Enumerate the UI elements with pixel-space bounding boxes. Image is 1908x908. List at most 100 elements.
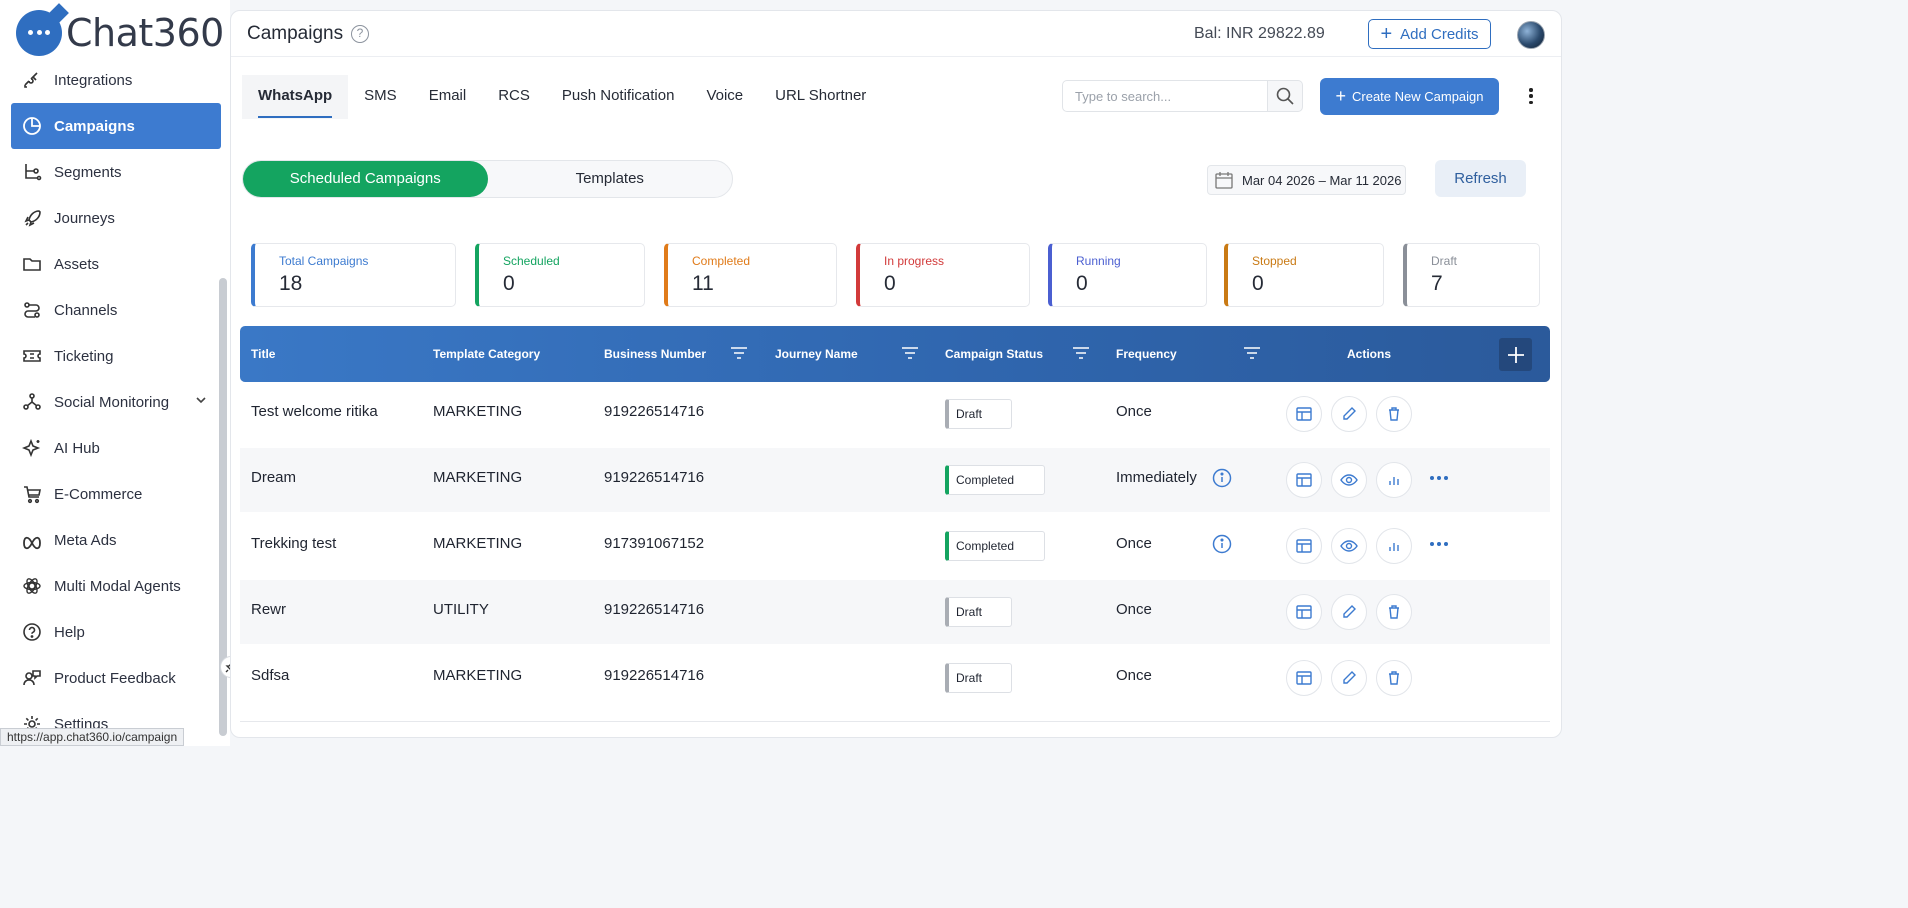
date-range-text: Mar 04 2026 – Mar 11 2026: [1242, 172, 1402, 188]
segments-icon: [22, 162, 42, 182]
stat-running: Running 0: [1048, 243, 1207, 307]
table-row[interactable]: Trekking test MARKETING 917391067152 Com…: [240, 514, 1550, 578]
tab-push-notification[interactable]: Push Notification: [546, 75, 691, 119]
tab-url-shortner[interactable]: URL Shortner: [759, 75, 882, 119]
tab-voice[interactable]: Voice: [690, 75, 759, 119]
analytics-button[interactable]: [1376, 528, 1412, 564]
delete-button[interactable]: [1376, 594, 1412, 630]
chevron-down-icon[interactable]: [195, 394, 207, 406]
column-frequency: Frequency: [1116, 347, 1177, 361]
edit-button[interactable]: [1331, 660, 1367, 696]
search-button[interactable]: [1268, 80, 1303, 112]
sidebar-item-social-monitoring[interactable]: Social Monitoring: [11, 379, 221, 425]
cell-business-number: 919226514716: [604, 469, 705, 486]
main-panel: Campaigns ? Bal: INR 29822.89 + Add Cred…: [230, 10, 1562, 738]
table-row[interactable]: Test welcome ritika MARKETING 9192265147…: [240, 382, 1550, 446]
sidebar-item-help[interactable]: Help: [11, 609, 221, 655]
scheduled-campaigns-toggle[interactable]: Scheduled Campaigns: [243, 161, 488, 197]
more-actions-icon[interactable]: [1430, 476, 1448, 480]
create-new-campaign-button[interactable]: + Create New Campaign: [1320, 78, 1499, 115]
cart-icon: [22, 484, 42, 504]
stat-value: 0: [884, 272, 896, 295]
help-circle-icon[interactable]: ?: [351, 25, 369, 43]
add-column-button[interactable]: [1499, 338, 1532, 371]
filter-icon[interactable]: [1243, 346, 1261, 360]
sidebar-item-segments[interactable]: Segments: [11, 149, 221, 195]
chat360-logo[interactable]: Chat360: [16, 10, 224, 56]
table-row[interactable]: Dream MARKETING 919226514716 Completed I…: [240, 448, 1550, 512]
table-row[interactable]: Rewr UTILITY 919226514716 Draft Once: [240, 580, 1550, 644]
date-range-picker[interactable]: Mar 04 2026 – Mar 11 2026: [1207, 165, 1406, 195]
filter-icon[interactable]: [901, 346, 919, 360]
stat-label: Total Campaigns: [279, 254, 369, 268]
sidebar-item-label: Help: [54, 623, 85, 641]
sidebar-item-label: Integrations: [54, 71, 133, 89]
avatar[interactable]: [1517, 21, 1545, 49]
view-template-button[interactable]: [1286, 594, 1322, 630]
edit-button[interactable]: [1331, 594, 1367, 630]
table-row[interactable]: Sdfsa MARKETING 919226514716 Draft Once: [240, 646, 1550, 710]
trash-icon: [1389, 407, 1399, 421]
view-template-button[interactable]: [1286, 528, 1322, 564]
sidebar-item-label: Segments: [54, 163, 122, 181]
analytics-button[interactable]: [1376, 462, 1412, 498]
add-credits-button[interactable]: + Add Credits: [1368, 19, 1491, 49]
pencil-icon: [1343, 671, 1356, 684]
view-template-button[interactable]: [1286, 660, 1322, 696]
search-input[interactable]: [1062, 80, 1268, 112]
sidebar-item-assets[interactable]: Assets: [11, 241, 221, 287]
sidebar-item-ai-hub[interactable]: AI Hub: [11, 425, 221, 471]
eye-icon: [1340, 540, 1358, 552]
sidebar-item-product-feedback[interactable]: Product Feedback: [11, 655, 221, 701]
pencil-icon: [1343, 605, 1356, 618]
sparkle-icon: [22, 438, 42, 458]
sidebar-item-multi-modal-agents[interactable]: Multi Modal Agents: [11, 563, 221, 609]
more-actions-icon[interactable]: [1430, 542, 1448, 546]
feedback-icon: [22, 668, 42, 688]
cell-title: Dream: [251, 469, 297, 486]
sidebar-item-integrations[interactable]: Integrations: [11, 57, 221, 103]
folder-icon: [22, 254, 42, 274]
more-options-icon[interactable]: [1525, 85, 1537, 107]
sidebar-item-channels[interactable]: Channels: [11, 287, 221, 333]
view-template-button[interactable]: [1286, 462, 1322, 498]
sidebar-item-e-commerce[interactable]: E-Commerce: [11, 471, 221, 517]
table-layout-icon: [1296, 407, 1312, 421]
info-icon[interactable]: [1212, 468, 1232, 488]
templates-toggle[interactable]: Templates: [488, 161, 733, 197]
column-business-number: Business Number: [604, 347, 707, 361]
status-badge: Draft: [945, 597, 1012, 627]
tab-rcs[interactable]: RCS: [482, 75, 546, 119]
calendar-icon: [1215, 172, 1233, 189]
cell-frequency: Once: [1116, 535, 1152, 552]
page-title: Campaigns: [247, 23, 344, 44]
cell-frequency: Once: [1116, 403, 1152, 420]
delete-button[interactable]: [1376, 396, 1412, 432]
preview-button[interactable]: [1331, 462, 1367, 498]
filter-icon[interactable]: [1072, 346, 1090, 360]
filter-icon[interactable]: [730, 346, 748, 360]
channels-icon: [22, 300, 42, 320]
sidebar-item-campaigns[interactable]: Campaigns: [11, 103, 221, 149]
tab-sms[interactable]: SMS: [348, 75, 413, 119]
refresh-button[interactable]: Refresh: [1435, 160, 1526, 197]
tab-email[interactable]: Email: [413, 75, 483, 119]
sidebar-item-journeys[interactable]: Journeys: [11, 195, 221, 241]
cell-business-number: 919226514716: [604, 403, 705, 420]
sidebar-item-label: Ticketing: [54, 347, 114, 365]
cell-title: Sdfsa: [251, 667, 290, 684]
sidebar-item-ticketing[interactable]: Ticketing: [11, 333, 221, 379]
delete-button[interactable]: [1376, 660, 1412, 696]
preview-button[interactable]: [1331, 528, 1367, 564]
eye-icon: [1340, 474, 1358, 486]
sidebar-item-meta-ads[interactable]: Meta Ads: [11, 517, 221, 563]
table-header: Title Template Category Business Number …: [240, 326, 1550, 382]
view-template-button[interactable]: [1286, 396, 1322, 432]
edit-button[interactable]: [1331, 396, 1367, 432]
stat-value: 7: [1431, 272, 1443, 295]
info-icon[interactable]: [1212, 534, 1232, 554]
trash-icon: [1389, 605, 1399, 619]
stat-value: 0: [503, 272, 515, 295]
cell-business-number: 919226514716: [604, 667, 705, 684]
tab-whatsapp[interactable]: WhatsApp: [242, 75, 349, 119]
